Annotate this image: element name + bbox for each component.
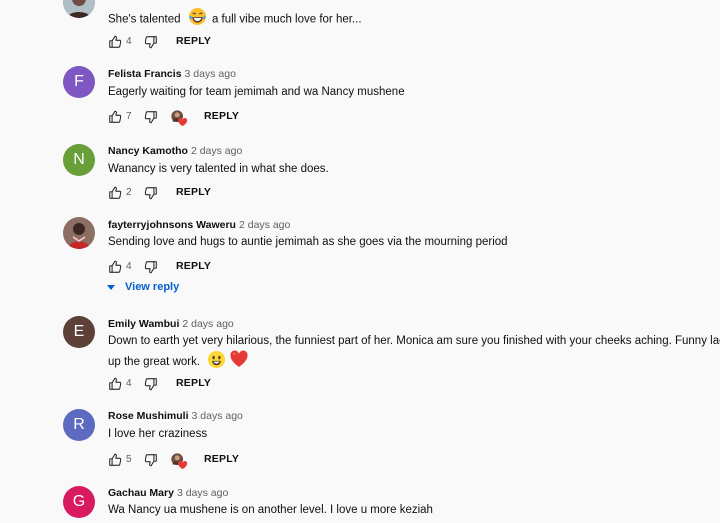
comment-text: I love her craziness	[108, 428, 208, 440]
comment-text: Wanancy is very talented in what she doe…	[108, 163, 329, 175]
avatar-letter: G	[72, 493, 86, 510]
smiling-emoji-icon	[207, 350, 226, 375]
user-avatar[interactable]: F	[63, 66, 95, 98]
dislike-button[interactable]	[144, 260, 158, 274]
like-button[interactable]	[108, 377, 122, 391]
user-avatar[interactable]: N	[63, 144, 95, 176]
comment-timestamp[interactable]: 2 days ago	[182, 318, 233, 330]
reply-button[interactable]: REPLY	[204, 453, 239, 465]
author-name[interactable]: fayterryjohnsons Waweru	[108, 219, 236, 231]
comment-timestamp[interactable]: 3 days ago	[185, 68, 236, 80]
dislike-button[interactable]	[144, 186, 158, 200]
comment-text: Eagerly waiting for team jemimah and wa …	[108, 86, 405, 98]
like-button[interactable]	[108, 110, 122, 124]
comment-timestamp[interactable]: 2 days ago	[239, 219, 290, 231]
comment-header: fayterryjohnsons Waweru 2 days ago	[108, 219, 290, 231]
comment-header: Nancy Kamotho 2 days ago	[108, 145, 242, 157]
creator-heart-icon	[170, 452, 188, 470]
like-button[interactable]	[108, 260, 122, 274]
comment-text: Down to earth yet very hilarious, the fu…	[108, 335, 720, 347]
user-avatar[interactable]: E	[63, 316, 95, 348]
like-count: 7	[126, 111, 132, 122]
reply-button[interactable]: REPLY	[176, 260, 211, 272]
dislike-button[interactable]	[144, 110, 158, 124]
comment-header: Gachau Mary 3 days ago	[108, 487, 228, 499]
comment-header: Rose Mushimuli 3 days ago	[108, 410, 243, 422]
like-button[interactable]	[108, 453, 122, 467]
avatar-letter: F	[74, 73, 84, 90]
reply-button[interactable]: REPLY	[204, 110, 239, 122]
comment-text-line2: up the great work.	[108, 349, 249, 375]
comment-timestamp[interactable]: 3 days ago	[177, 487, 228, 499]
red-heart-icon	[229, 349, 249, 375]
author-name[interactable]: Gachau Mary	[108, 487, 174, 499]
dislike-button[interactable]	[144, 35, 158, 49]
like-count: 4	[126, 36, 132, 47]
like-count: 4	[126, 261, 132, 272]
author-name[interactable]: Rose Mushimuli	[108, 410, 189, 422]
comment-header: Felista Francis 3 days ago	[108, 68, 236, 80]
dislike-button[interactable]	[144, 377, 158, 391]
user-avatar[interactable]: G	[63, 486, 95, 518]
like-count: 5	[126, 454, 132, 465]
comment-header: Emily Wambui 2 days ago	[108, 318, 234, 330]
view-reply-label: View reply	[125, 281, 180, 293]
user-avatar[interactable]	[63, 217, 95, 249]
avatar-letter: R	[73, 416, 85, 433]
author-name[interactable]: Felista Francis	[108, 68, 182, 80]
creator-heart-icon	[170, 109, 188, 127]
like-count: 4	[126, 378, 132, 389]
like-button[interactable]	[108, 186, 122, 200]
chevron-down-icon	[107, 284, 115, 290]
reply-button[interactable]: REPLY	[176, 186, 211, 198]
author-name[interactable]: Nancy Kamotho	[108, 145, 188, 157]
like-button[interactable]	[108, 35, 122, 49]
dislike-button[interactable]	[144, 453, 158, 467]
laughing-emoji-icon	[188, 7, 207, 32]
reply-button[interactable]: REPLY	[176, 35, 211, 47]
user-photo-icon	[63, 0, 95, 18]
comment-timestamp[interactable]: 3 days ago	[192, 410, 243, 422]
view-reply-button[interactable]: View reply	[107, 281, 179, 293]
author-name[interactable]: Emily Wambui	[108, 318, 179, 330]
reply-button[interactable]: REPLY	[176, 377, 211, 389]
comment-text: Wa Nancy ua mushene is on another level.…	[108, 504, 433, 516]
comment-text: She's talented a full vibe much love for…	[108, 7, 362, 32]
user-photo-icon	[63, 217, 95, 249]
user-avatar[interactable]	[63, 0, 95, 18]
comment-text: Sending love and hugs to auntie jemimah …	[108, 236, 508, 248]
user-avatar[interactable]: R	[63, 409, 95, 441]
like-count: 2	[126, 187, 132, 198]
comment-timestamp[interactable]: 2 days ago	[191, 145, 242, 157]
avatar-letter: E	[73, 323, 85, 340]
avatar-letter: N	[73, 151, 85, 168]
